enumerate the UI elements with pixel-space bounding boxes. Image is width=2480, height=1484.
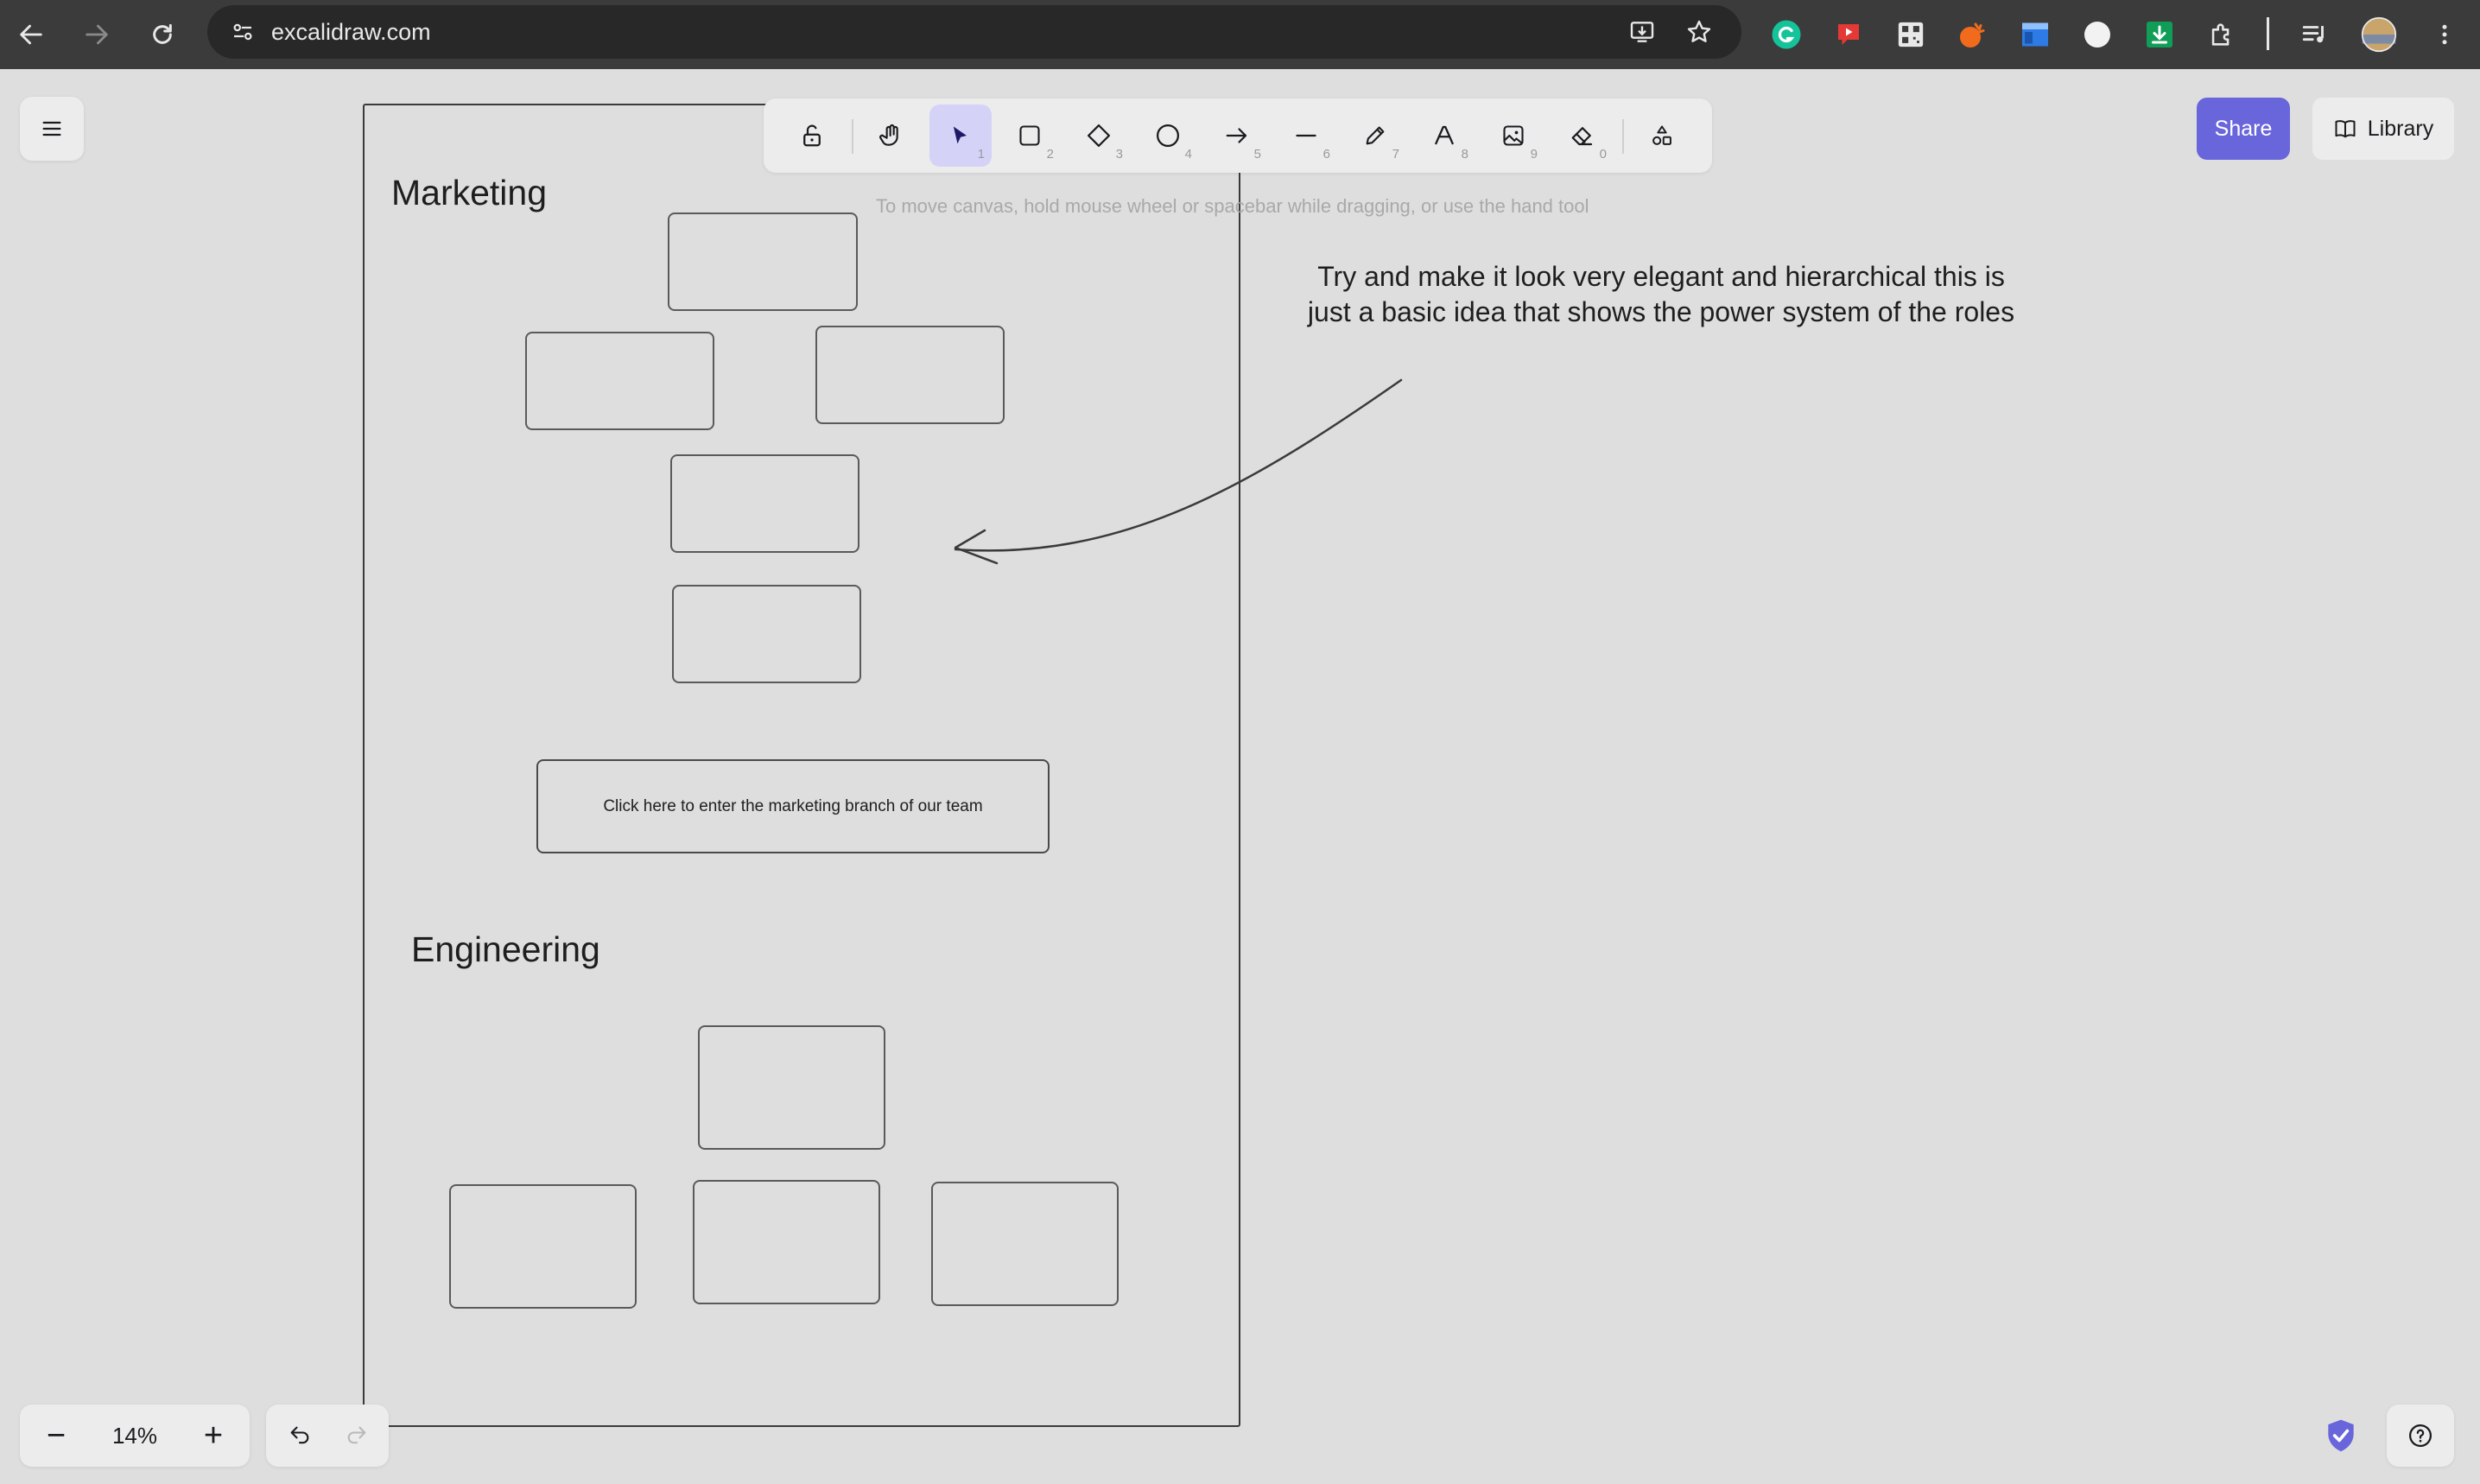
tool-key: 0 [1599, 147, 1607, 162]
diamond-tool[interactable]: 3 [1068, 105, 1130, 167]
qr-code-icon[interactable] [1887, 10, 1935, 59]
engineering-heading[interactable]: Engineering [411, 929, 600, 970]
line-tool[interactable]: 6 [1275, 105, 1337, 167]
toolbar-divider [852, 119, 853, 154]
forward-icon[interactable] [73, 10, 121, 59]
selection-tool[interactable]: 1 [929, 105, 992, 167]
download-extension-icon[interactable] [2135, 10, 2184, 59]
lock-tool[interactable] [781, 105, 843, 167]
profile-avatar[interactable] [2355, 10, 2403, 59]
hamburger-icon [42, 121, 61, 136]
image-icon [1503, 125, 1524, 146]
undo-button[interactable] [270, 1405, 330, 1467]
arrow-icon [1226, 128, 1247, 143]
engineering-box-top[interactable] [698, 1025, 885, 1150]
library-label: Library [2367, 116, 2434, 141]
more-tools-button[interactable] [1631, 105, 1693, 167]
share-button[interactable]: Share [2197, 98, 2290, 160]
help-button[interactable] [2387, 1405, 2454, 1467]
redo-icon [347, 1426, 366, 1444]
shapes-toolbar: 1 2 3 4 5 6 7 8 9 0 [764, 98, 1712, 173]
tool-key: 9 [1530, 147, 1538, 162]
redo-button[interactable] [327, 1405, 387, 1467]
tool-key: 6 [1322, 147, 1330, 162]
marketing-box-right[interactable] [815, 326, 1005, 424]
zoom-level[interactable]: 14% [89, 1405, 181, 1467]
eraser-tool[interactable]: 0 [1551, 105, 1614, 167]
browser-toolbar: excalidraw.com [0, 0, 2480, 69]
pointer-icon [953, 126, 967, 144]
youtube-extension-icon[interactable] [1824, 10, 1873, 59]
help-icon [2409, 1424, 2432, 1447]
toolbar-separator [2267, 17, 2269, 50]
bookmark-star-icon[interactable] [1676, 9, 1722, 55]
line-icon [1296, 134, 1316, 137]
tool-key: 3 [1115, 147, 1123, 162]
tool-key: 7 [1392, 147, 1399, 162]
arrow-tool[interactable]: 5 [1206, 105, 1268, 167]
tool-key: 4 [1184, 147, 1192, 162]
ellipse-icon [1157, 124, 1179, 147]
site-info-icon[interactable] [219, 9, 266, 55]
tool-key: 5 [1253, 147, 1261, 162]
hand-icon [879, 124, 898, 146]
toolbar-divider [1622, 119, 1624, 154]
ellipse-tool[interactable]: 4 [1137, 105, 1199, 167]
image-tool[interactable]: 9 [1482, 105, 1544, 167]
tool-key: 8 [1461, 147, 1468, 162]
extensions-puzzle-icon[interactable] [2198, 10, 2246, 59]
library-button[interactable]: Library [2312, 98, 2454, 160]
main-menu-button[interactable] [20, 97, 84, 161]
diamond-icon [1088, 124, 1110, 147]
history-controls [266, 1405, 389, 1467]
shapes-icon [1652, 125, 1671, 145]
tool-key: 2 [1046, 147, 1054, 162]
back-icon[interactable] [7, 10, 55, 59]
marketing-branch-button[interactable]: Click here to enter the marketing branch… [536, 759, 1050, 853]
book-icon [2335, 120, 2356, 138]
marketing-box-middle[interactable] [670, 454, 859, 553]
draw-tool[interactable]: 7 [1344, 105, 1406, 167]
orange-extension-icon[interactable] [1949, 10, 1997, 59]
rectangle-icon [1019, 125, 1040, 146]
instruction-note[interactable]: Try and make it look very elegant and hi… [1296, 259, 2026, 330]
unlock-icon [803, 124, 821, 147]
zoom-controls: − 14% + [20, 1405, 250, 1467]
hand-tool[interactable] [860, 105, 923, 167]
more-menu-icon[interactable] [2420, 10, 2469, 59]
grammarly-icon[interactable] [1762, 10, 1811, 59]
marketing-box-bottom[interactable] [672, 585, 861, 683]
eraser-icon [1571, 127, 1593, 146]
text-icon [1434, 125, 1455, 145]
dark-reader-icon[interactable] [2073, 10, 2122, 59]
address-bar[interactable]: excalidraw.com [207, 5, 1741, 59]
undo-icon [290, 1426, 309, 1444]
marketing-box-top[interactable] [668, 212, 858, 311]
zoom-in-button[interactable]: + [182, 1405, 244, 1467]
media-control-icon[interactable] [2291, 10, 2339, 59]
zoom-out-button[interactable]: − [25, 1405, 87, 1467]
marketing-heading[interactable]: Marketing [391, 173, 547, 213]
pencil-icon [1366, 126, 1385, 145]
engineering-box-left[interactable] [449, 1184, 637, 1309]
tool-key: 1 [977, 147, 985, 162]
rectangle-tool[interactable]: 2 [999, 105, 1061, 167]
text-tool[interactable]: 8 [1413, 105, 1475, 167]
reload-icon[interactable] [138, 10, 187, 59]
engineering-box-right[interactable] [931, 1182, 1119, 1306]
marketing-box-left[interactable] [525, 332, 714, 430]
shield-check-icon[interactable] [2322, 1417, 2360, 1455]
url-text[interactable]: excalidraw.com [271, 5, 431, 59]
canvas-hint: To move canvas, hold mouse wheel or spac… [876, 195, 1589, 217]
engineering-box-middle[interactable] [693, 1180, 880, 1304]
install-app-icon[interactable] [1619, 9, 1665, 55]
blue-extension-icon[interactable] [2011, 10, 2059, 59]
